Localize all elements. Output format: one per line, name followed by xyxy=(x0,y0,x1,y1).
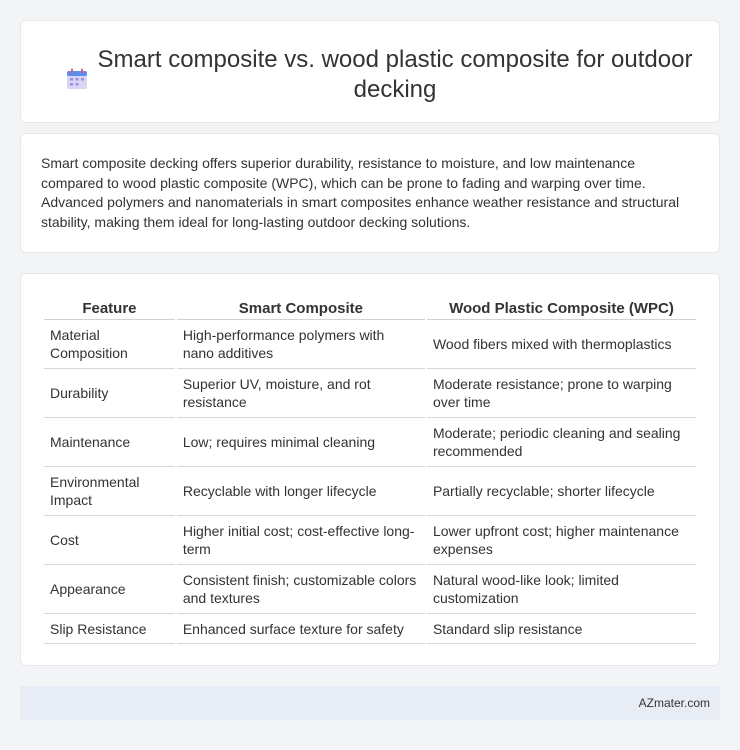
cell-feature: Material Composition xyxy=(44,320,175,369)
cell-wpc: Natural wood-like look; limited customiz… xyxy=(426,565,696,614)
header-wpc: Wood Plastic Composite (WPC) xyxy=(426,294,696,320)
cell-smart: Higher initial cost; cost-effective long… xyxy=(176,516,425,565)
page-title: Smart composite vs. wood plastic composi… xyxy=(97,46,693,103)
cell-smart: Low; requires minimal cleaning xyxy=(176,418,425,467)
cell-smart: Superior UV, moisture, and rot resistanc… xyxy=(176,369,425,418)
cell-feature: Environmental Impact xyxy=(44,467,175,516)
table-row: Material Composition High-performance po… xyxy=(44,320,696,369)
intro-paragraph: Smart composite decking offers superior … xyxy=(41,155,680,230)
cell-wpc: Lower upfront cost; higher maintenance e… xyxy=(426,516,696,565)
comparison-table: Feature Smart Composite Wood Plastic Com… xyxy=(42,294,698,644)
table-row: Environmental Impact Recyclable with lon… xyxy=(44,467,696,516)
cell-feature: Slip Resistance xyxy=(44,614,175,644)
cell-smart: High-performance polymers with nano addi… xyxy=(176,320,425,369)
cell-feature: Appearance xyxy=(44,565,175,614)
table-row: Slip Resistance Enhanced surface texture… xyxy=(44,614,696,644)
table-row: Durability Superior UV, moisture, and ro… xyxy=(44,369,696,418)
table-row: Maintenance Low; requires minimal cleani… xyxy=(44,418,696,467)
cell-smart: Enhanced surface texture for safety xyxy=(176,614,425,644)
intro-card: Smart composite decking offers superior … xyxy=(20,133,720,253)
footer-site-link[interactable]: AZmater.com xyxy=(639,696,710,710)
footer-bar: AZmater.com xyxy=(20,686,720,720)
cell-wpc: Moderate; periodic cleaning and sealing … xyxy=(426,418,696,467)
table-row: Cost Higher initial cost; cost-effective… xyxy=(44,516,696,565)
cell-wpc: Standard slip resistance xyxy=(426,614,696,644)
cell-smart: Recyclable with longer lifecycle xyxy=(176,467,425,516)
cell-wpc: Moderate resistance; prone to warping ov… xyxy=(426,369,696,418)
table-header-row: Feature Smart Composite Wood Plastic Com… xyxy=(44,294,696,320)
cell-feature: Cost xyxy=(44,516,175,565)
comparison-card: Feature Smart Composite Wood Plastic Com… xyxy=(20,273,720,666)
cell-feature: Durability xyxy=(44,369,175,418)
table-row: Appearance Consistent finish; customizab… xyxy=(44,565,696,614)
cell-feature: Maintenance xyxy=(44,418,175,467)
header-smart-composite: Smart Composite xyxy=(176,294,425,320)
cell-wpc: Wood fibers mixed with thermoplastics xyxy=(426,320,696,369)
cell-smart: Consistent finish; customizable colors a… xyxy=(176,565,425,614)
title-card: Smart composite vs. wood plastic composi… xyxy=(20,20,720,123)
cell-wpc: Partially recyclable; shorter lifecycle xyxy=(426,467,696,516)
header-feature: Feature xyxy=(44,294,175,320)
